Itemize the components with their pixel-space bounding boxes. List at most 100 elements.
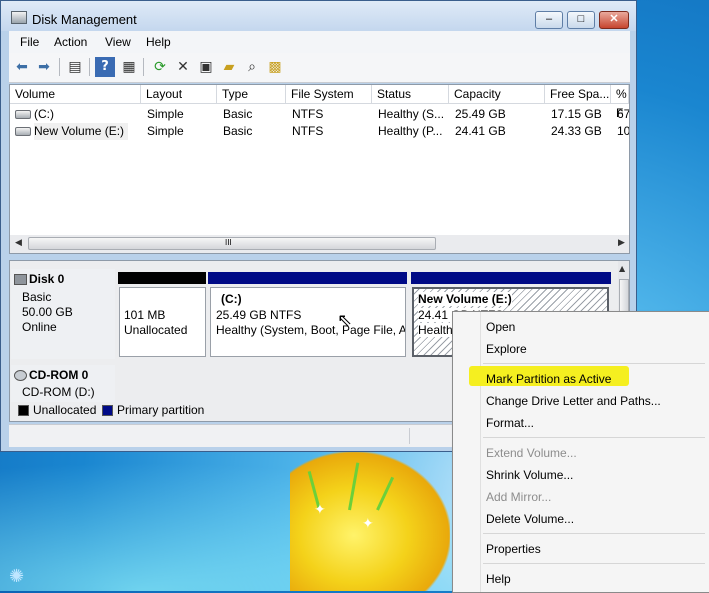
disk-name: CD-ROM 0	[29, 368, 89, 382]
menu-item-mark-active[interactable]: Mark Partition as Active	[486, 372, 611, 386]
menu-separator	[483, 363, 705, 364]
toolbar-divider	[89, 58, 90, 76]
toolbar-divider	[143, 58, 144, 76]
menu-separator	[483, 533, 705, 534]
menu-item-properties[interactable]: Properties	[486, 542, 541, 556]
volume-type: Basic	[223, 107, 253, 121]
volume-name: New Volume (E:)	[34, 123, 129, 140]
menu-gutter	[480, 312, 481, 592]
menu-action[interactable]: Action	[54, 35, 87, 49]
menu-item-format[interactable]: Format...	[486, 416, 534, 430]
menu-item-change-drive-letter[interactable]: Change Drive Letter and Paths...	[486, 394, 661, 408]
options-icon[interactable]: ▣	[196, 57, 216, 77]
settings-icon[interactable]: ▩	[265, 57, 285, 77]
scroll-up-icon[interactable]: ▲	[619, 264, 625, 273]
scroll-left-icon[interactable]: ◀	[15, 238, 22, 248]
minimize-button[interactable]: –	[535, 11, 563, 29]
column-header-status[interactable]: Status	[372, 85, 449, 104]
column-header-type[interactable]: Type	[217, 85, 286, 104]
partition-name: (C:)	[221, 292, 242, 306]
console-icon[interactable]: ▤	[65, 57, 85, 77]
menu-bar: File Action View Help	[9, 31, 630, 53]
volume-capacity: 24.41 GB	[455, 124, 506, 138]
volume-free-space: 24.33 GB	[551, 124, 602, 138]
column-header-free-space[interactable]: Free Spa...	[545, 85, 611, 104]
sparkle-icon: ✺	[9, 566, 25, 587]
title-bar[interactable]: Disk Management – □ ✕	[1, 1, 636, 31]
menu-item-help[interactable]: Help	[486, 572, 511, 586]
drive-icon	[15, 127, 31, 136]
menu-item-add-mirror[interactable]: Add Mirror...	[486, 490, 551, 504]
volume-status: Healthy (S...	[378, 107, 445, 121]
menu-item-extend-volume[interactable]: Extend Volume...	[486, 446, 577, 460]
open-icon[interactable]: ▰	[219, 57, 239, 77]
menu-item-explore[interactable]: Explore	[486, 342, 527, 356]
volume-name: (C:)	[34, 107, 54, 121]
legend-primary-label: Primary partition	[117, 403, 205, 417]
horizontal-scrollbar[interactable]: ◀ III ▶	[10, 235, 629, 253]
cdrom-icon	[14, 370, 27, 381]
menu-view[interactable]: View	[105, 35, 131, 49]
legend-primary-swatch	[102, 405, 113, 416]
help-icon[interactable]: ?	[95, 57, 115, 77]
delete-icon[interactable]: ✕	[173, 57, 193, 77]
drive-icon	[15, 110, 31, 119]
sparkle-icon: ✦	[314, 502, 326, 518]
column-header-capacity[interactable]: Capacity	[449, 85, 545, 104]
mouse-cursor-icon: ⇖	[337, 310, 353, 331]
maximize-button[interactable]: □	[567, 11, 595, 29]
scroll-thumb[interactable]: III	[28, 237, 436, 250]
menu-help[interactable]: Help	[146, 35, 171, 49]
menu-separator	[483, 437, 705, 438]
disk-icon	[14, 274, 27, 285]
volume-free-space: 17.15 GB	[551, 107, 602, 121]
properties-icon[interactable]: ▦	[119, 57, 139, 77]
volume-fs: NTFS	[292, 124, 324, 138]
volume-fs: NTFS	[292, 107, 324, 121]
partition-name: New Volume (E:)	[418, 292, 512, 306]
menu-item-open[interactable]: Open	[486, 320, 515, 334]
partition-size: 101 MB	[124, 308, 166, 322]
partition-unallocated[interactable]: 101 MB Unallocated	[119, 287, 206, 357]
volume-list: Volume Layout Type File System Status Ca…	[9, 84, 630, 254]
legend-unallocated-label: Unallocated	[33, 403, 97, 417]
status-divider	[409, 428, 410, 444]
back-icon[interactable]: ⬅	[12, 57, 32, 77]
window-title: Disk Management	[32, 12, 137, 27]
menu-item-shrink-volume[interactable]: Shrink Volume...	[486, 468, 573, 482]
unallocated-bar	[118, 272, 206, 284]
cdrom-0-label[interactable]: CD-ROM 0 CD-ROM (D:)	[11, 365, 115, 402]
menu-file[interactable]: File	[20, 35, 39, 49]
disk-management-icon	[11, 11, 27, 24]
disk-type: CD-ROM (D:)	[22, 385, 95, 399]
menu-item-delete-volume[interactable]: Delete Volume...	[486, 512, 574, 526]
column-header-volume[interactable]: Volume	[10, 85, 141, 104]
partition-c[interactable]: (C:) 25.49 GB NTFS Healthy (System, Boot…	[210, 287, 406, 357]
forward-icon[interactable]: ➡	[34, 57, 54, 77]
disk-size: 50.00 GB	[22, 305, 73, 319]
partition-status: Healthy (System, Boot, Page File, Ac	[216, 323, 406, 337]
menu-separator	[483, 563, 705, 564]
toolbar: ⬅ ➡ ▤ ? ▦ ⟳ ✕ ▣ ▰ ⌕ ▩	[9, 53, 630, 83]
disk-state: Online	[22, 320, 57, 334]
legend-unallocated-swatch	[18, 405, 29, 416]
refresh-icon[interactable]: ⟳	[150, 57, 170, 77]
find-icon[interactable]: ⌕	[242, 57, 262, 77]
column-header-percent-free[interactable]: % F	[611, 85, 629, 120]
volume-status: Healthy (P...	[378, 124, 443, 138]
context-menu: Open Explore Mark Partition as Active Ch…	[452, 311, 709, 593]
volume-percent-free: 100	[617, 124, 629, 138]
scroll-right-icon[interactable]: ▶	[618, 238, 625, 248]
primary-partition-bar	[411, 272, 611, 284]
disk-0-label[interactable]: Disk 0 Basic 50.00 GB Online	[11, 269, 115, 359]
volume-percent-free: 67	[617, 107, 629, 121]
disk-name: Disk 0	[29, 272, 65, 286]
column-header-layout[interactable]: Layout	[141, 85, 217, 104]
volume-layout: Simple	[147, 107, 184, 121]
close-button[interactable]: ✕	[599, 11, 629, 29]
partition-size: 25.49 GB NTFS	[216, 308, 302, 322]
volume-layout: Simple	[147, 124, 184, 138]
column-header-file-system[interactable]: File System	[286, 85, 372, 104]
sparkle-icon: ✦	[362, 516, 374, 532]
primary-partition-bar	[208, 272, 407, 284]
